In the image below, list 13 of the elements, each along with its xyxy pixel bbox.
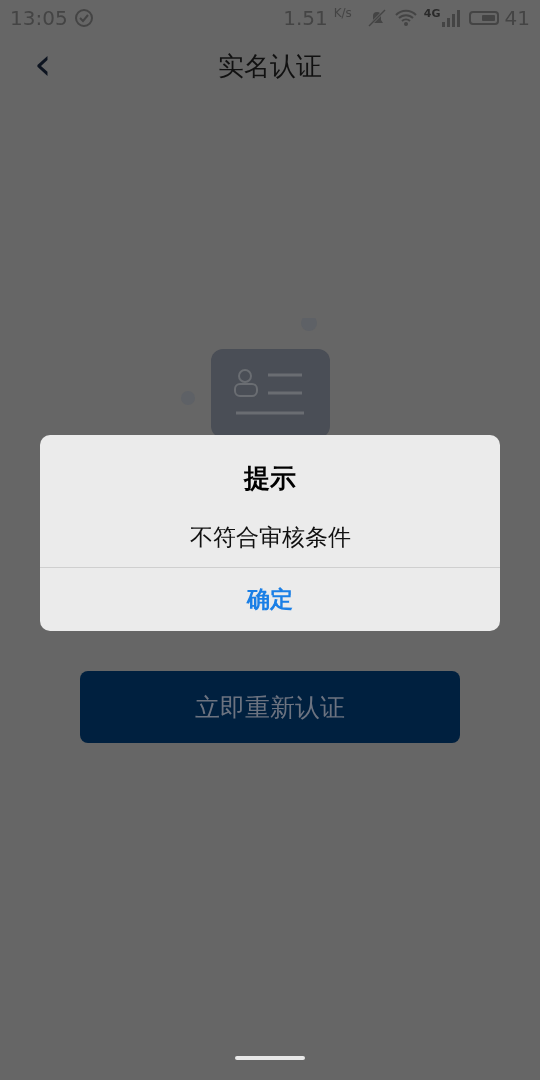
battery-icon bbox=[468, 11, 499, 25]
reverify-button[interactable]: 立即重新认证 bbox=[80, 671, 460, 743]
confirm-button[interactable]: 确定 bbox=[40, 567, 500, 631]
dialog-message: 不符合审核条件 bbox=[189, 523, 351, 552]
dialog-title: 提示 bbox=[244, 462, 296, 495]
check-circle-icon bbox=[73, 8, 94, 28]
home-indicator bbox=[235, 1056, 305, 1060]
back-button[interactable]: ‹ bbox=[28, 44, 58, 84]
wifi-icon bbox=[393, 7, 418, 29]
signal-icon bbox=[440, 8, 463, 28]
muted-bell-icon bbox=[365, 7, 388, 29]
network-type: 4G bbox=[423, 7, 441, 20]
page-title: 实名认证 bbox=[218, 49, 322, 83]
